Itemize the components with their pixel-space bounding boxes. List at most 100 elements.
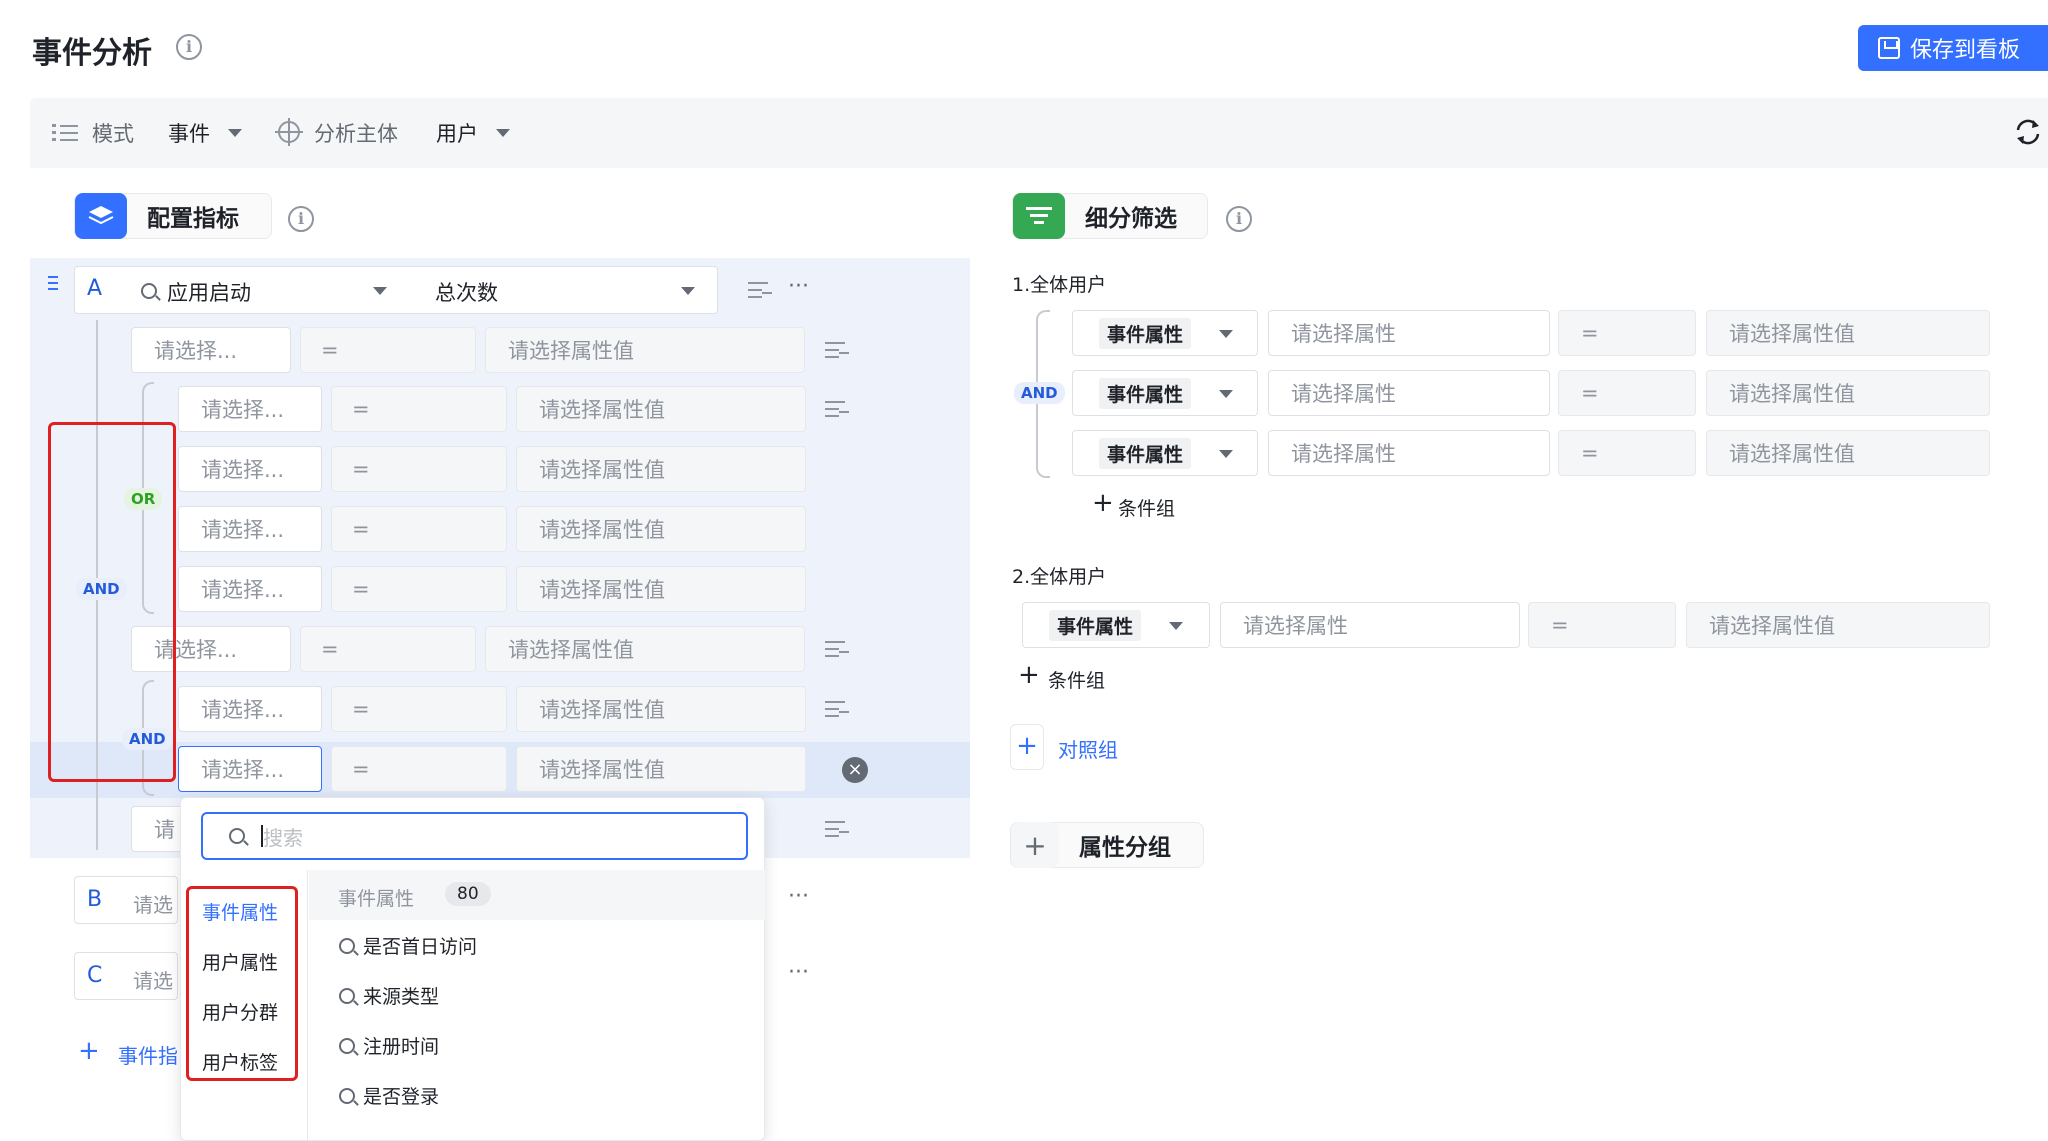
attr-select[interactable]: 请选择... bbox=[178, 566, 322, 612]
info-icon[interactable]: i bbox=[1226, 206, 1252, 232]
subject-select[interactable]: 用户 bbox=[436, 118, 478, 148]
operator-select[interactable]: = bbox=[300, 327, 476, 373]
add-filter-icon[interactable] bbox=[748, 282, 772, 300]
attr-group-label: 属性分组 bbox=[1079, 835, 1171, 861]
group-b-row[interactable]: B 请选 bbox=[74, 876, 178, 924]
value-select[interactable]: 请选择属性值 bbox=[516, 446, 806, 492]
chevron-down-icon[interactable] bbox=[228, 129, 242, 137]
info-icon[interactable]: i bbox=[176, 34, 202, 60]
value-select[interactable]: 请选择属性值 bbox=[516, 566, 806, 612]
chevron-down-icon[interactable] bbox=[681, 287, 695, 295]
value-select[interactable]: 请选择属性值 bbox=[1706, 310, 1990, 356]
add-filter-icon[interactable] bbox=[825, 641, 849, 659]
operator-select[interactable]: = bbox=[331, 686, 507, 732]
chevron-down-icon[interactable] bbox=[1219, 450, 1233, 458]
more-icon[interactable]: ··· bbox=[788, 274, 809, 299]
item-label: 是否登录 bbox=[363, 1086, 440, 1108]
search-placeholder: 搜索 bbox=[263, 825, 303, 850]
group-c-row[interactable]: C 请选 bbox=[74, 952, 178, 1000]
attr-group-button[interactable]: + 属性分组 bbox=[1010, 822, 1204, 868]
attr-select[interactable]: 请选择... bbox=[178, 506, 322, 552]
attr-select[interactable]: 请选择属性 bbox=[1268, 310, 1550, 356]
value-select[interactable]: 请选择属性值 bbox=[516, 686, 806, 732]
add-icon[interactable]: + bbox=[78, 1036, 100, 1066]
add-filter-icon[interactable] bbox=[825, 701, 849, 719]
search-icon bbox=[339, 1087, 355, 1104]
item-label: 来源类型 bbox=[363, 986, 440, 1008]
value-select[interactable]: 请选择属性值 bbox=[516, 506, 806, 552]
attr-type-select[interactable]: 事件属性 bbox=[1072, 310, 1258, 356]
group-letter: A bbox=[87, 276, 103, 301]
operator-select[interactable]: = bbox=[1528, 602, 1676, 648]
event-select-row[interactable]: A 应用启动 总次数 bbox=[74, 266, 718, 314]
value-select[interactable]: 请选择属性值 bbox=[1706, 430, 1990, 476]
value-select[interactable]: 请选择属性值 bbox=[1686, 602, 1990, 648]
attr-select[interactable]: 请选择属性 bbox=[1220, 602, 1520, 648]
operator-select[interactable]: = bbox=[1558, 430, 1696, 476]
filter-header: 细分筛选 bbox=[1012, 193, 1208, 239]
operator-select[interactable]: = bbox=[331, 446, 507, 492]
chevron-down-icon[interactable] bbox=[1169, 622, 1183, 630]
value-select[interactable]: 请选择属性值 bbox=[516, 386, 806, 432]
more-icon[interactable]: ··· bbox=[788, 884, 809, 909]
chevron-down-icon[interactable] bbox=[373, 287, 387, 295]
list-item[interactable]: 注册时间 bbox=[339, 1032, 439, 1059]
value-select[interactable]: 请选择属性值 bbox=[485, 327, 805, 373]
save-to-dashboard-button[interactable]: 保存到看板 bbox=[1858, 25, 2048, 71]
value-select[interactable]: 请选择属性值 bbox=[485, 626, 805, 672]
value-select[interactable]: 请选择属性值 bbox=[1706, 370, 1990, 416]
add-icon[interactable]: + bbox=[1092, 488, 1114, 518]
event-name[interactable]: 应用启动 bbox=[167, 277, 251, 307]
add-icon[interactable]: + bbox=[1018, 660, 1040, 690]
value-select[interactable]: 请选择属性值 bbox=[516, 746, 806, 792]
operator-select[interactable]: = bbox=[331, 386, 507, 432]
add-filter-icon[interactable] bbox=[825, 821, 849, 839]
mode-select[interactable]: 事件 bbox=[168, 118, 210, 148]
operator-select[interactable]: = bbox=[1558, 370, 1696, 416]
list-item[interactable]: 是否登录 bbox=[339, 1082, 439, 1109]
add-event-metric-button[interactable]: 事件指 bbox=[118, 1040, 178, 1069]
add-filter-icon[interactable] bbox=[825, 401, 849, 419]
more-icon[interactable]: ··· bbox=[788, 960, 809, 985]
chevron-down-icon[interactable] bbox=[1219, 330, 1233, 338]
add-condition-group-button[interactable]: 条件组 bbox=[1048, 666, 1105, 693]
operator-select[interactable]: = bbox=[331, 506, 507, 552]
add-compare-group-button[interactable]: 对照组 bbox=[1058, 734, 1118, 763]
operator-select[interactable]: = bbox=[1558, 310, 1696, 356]
attr-select[interactable]: 请选择... bbox=[178, 446, 322, 492]
attr-type-select[interactable]: 事件属性 bbox=[1072, 370, 1258, 416]
search-icon bbox=[141, 283, 157, 299]
remove-condition-icon[interactable]: × bbox=[842, 757, 868, 783]
info-icon[interactable]: i bbox=[288, 206, 314, 232]
refresh-icon[interactable] bbox=[2014, 118, 2042, 146]
dropdown-search-input[interactable]: 搜索 bbox=[201, 812, 748, 860]
metric-name[interactable]: 总次数 bbox=[435, 277, 498, 307]
add-icon[interactable]: + bbox=[1010, 724, 1044, 770]
group-title: 2.全体用户 bbox=[1012, 566, 1107, 588]
attr-select[interactable]: 请选择属性 bbox=[1268, 430, 1550, 476]
operator-select[interactable]: = bbox=[331, 566, 507, 612]
list-item[interactable]: 来源类型 bbox=[339, 982, 439, 1009]
add-filter-icon[interactable] bbox=[825, 342, 849, 360]
attr-select[interactable]: 请选择... bbox=[178, 686, 322, 732]
add-condition-group-button[interactable]: 条件组 bbox=[1118, 494, 1175, 521]
search-icon bbox=[229, 828, 245, 844]
attr-type-select[interactable]: 事件属性 bbox=[1072, 430, 1258, 476]
attr-type-select[interactable]: 事件属性 bbox=[1022, 602, 1210, 648]
chevron-down-icon[interactable] bbox=[1219, 390, 1233, 398]
subject-label: 分析主体 bbox=[314, 122, 398, 146]
attr-select[interactable]: 请选择... bbox=[178, 386, 322, 432]
drag-handle-icon[interactable] bbox=[48, 274, 58, 294]
list-item[interactable]: 是否首日访问 bbox=[339, 932, 477, 959]
attr-select[interactable]: 请选择... bbox=[131, 327, 291, 373]
operator-select[interactable]: = bbox=[331, 746, 507, 792]
config-metric-title: 配置指标 bbox=[147, 206, 239, 232]
attr-select-active[interactable]: 请选择... bbox=[178, 746, 322, 792]
target-icon bbox=[275, 118, 303, 146]
chevron-down-icon[interactable] bbox=[496, 129, 510, 137]
operator-select[interactable]: = bbox=[300, 626, 476, 672]
attr-type-label: 事件属性 bbox=[1049, 609, 1142, 641]
event-placeholder: 请选 bbox=[133, 969, 173, 993]
attr-select[interactable]: 请选择属性 bbox=[1268, 370, 1550, 416]
and-logic-toggle[interactable]: AND bbox=[1014, 382, 1065, 404]
